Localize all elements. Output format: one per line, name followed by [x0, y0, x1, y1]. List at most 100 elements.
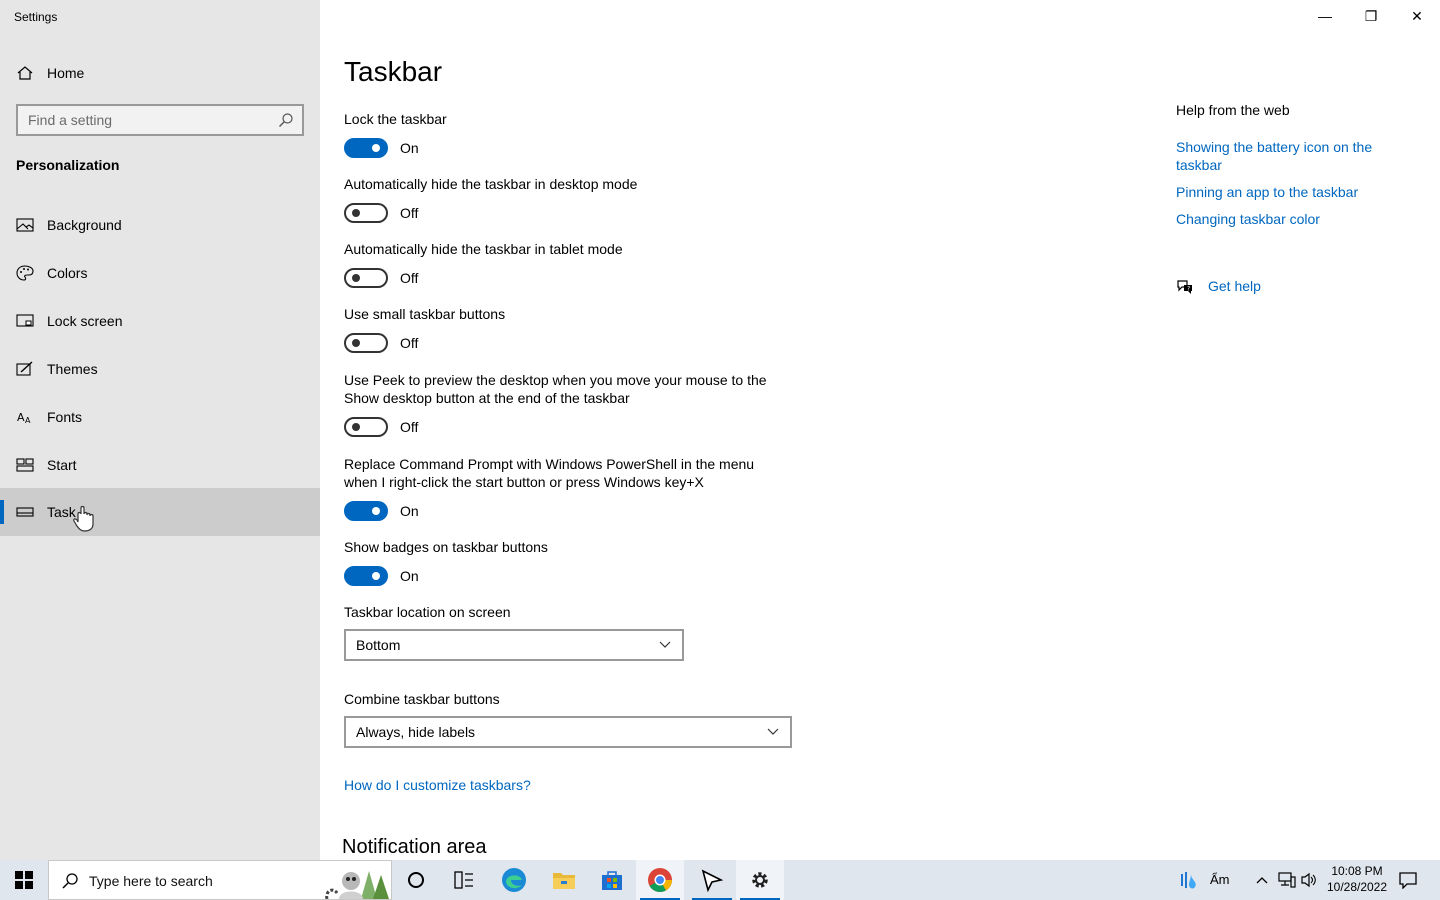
- restore-button[interactable]: ❐: [1348, 0, 1394, 32]
- app-title: Settings: [14, 10, 58, 24]
- sidebar-item-start[interactable]: Start: [0, 441, 320, 489]
- sidebar-item-taskbar[interactable]: Task: [0, 488, 320, 536]
- badges-toggle[interactable]: [344, 566, 388, 586]
- toggle-knob: [352, 274, 360, 282]
- help-link-pinning-app[interactable]: Pinning an app to the taskbar: [1176, 183, 1396, 201]
- themes-icon: [16, 361, 33, 376]
- hand-cursor-icon: [73, 505, 94, 532]
- get-help-link[interactable]: Get help: [1208, 278, 1261, 294]
- volume-icon[interactable]: [1300, 872, 1318, 888]
- close-icon: ✕: [1411, 7, 1423, 24]
- microsoft-store-icon: [602, 871, 622, 890]
- sidebar-item-label: Start: [47, 457, 77, 473]
- page-title: Taskbar: [344, 56, 443, 87]
- get-help-icon[interactable]: ?: [1176, 278, 1194, 296]
- clock-time: 10:08 PM: [1331, 864, 1383, 878]
- sidebar-item-background[interactable]: Background: [0, 201, 320, 249]
- chevron-down-icon: [767, 728, 779, 735]
- toggle-state-label: Off: [400, 270, 419, 286]
- customize-taskbars-link[interactable]: How do I customize taskbars?: [344, 777, 531, 793]
- settings-taskbar-button[interactable]: [736, 860, 784, 900]
- setting-label-peek: Use Peek to preview the desktop when you…: [344, 372, 767, 406]
- toggle-state-label: Off: [400, 419, 419, 435]
- sidebar-item-themes[interactable]: Themes: [0, 345, 320, 393]
- start-icon: [16, 458, 34, 472]
- taskbar-icon: [16, 507, 34, 517]
- autohide-tablet-toggle[interactable]: [344, 268, 388, 288]
- cortana-circle-icon: [408, 872, 424, 888]
- weather-icon[interactable]: [1178, 870, 1200, 890]
- toggle-state-label: On: [400, 503, 419, 519]
- fonts-icon: AA: [17, 411, 31, 425]
- home-nav-item[interactable]: Home: [0, 56, 320, 90]
- sidebar-item-lock-screen[interactable]: Lock screen: [0, 297, 320, 345]
- chevron-down-icon: [659, 641, 671, 648]
- taskbar-location-dropdown[interactable]: Bottom: [344, 629, 684, 661]
- sidebar-item-label: Lock screen: [47, 313, 123, 329]
- toggle-state-label: On: [400, 568, 419, 584]
- search-icon[interactable]: [278, 112, 294, 128]
- help-link-battery-icon[interactable]: Showing the battery icon on the taskbar: [1176, 138, 1396, 174]
- home-label: Home: [47, 65, 85, 81]
- dropdown-value: Always, hide labels: [356, 724, 476, 740]
- svg-text:A: A: [17, 411, 25, 424]
- notification-area-heading: Notification area: [342, 836, 487, 858]
- toggle-state-label: On: [400, 140, 419, 156]
- toggle-knob: [352, 339, 360, 347]
- file-explorer-taskbar-button[interactable]: [540, 860, 588, 900]
- edge-icon: [502, 868, 526, 892]
- gear-icon: [752, 872, 768, 888]
- lock-taskbar-toggle[interactable]: [344, 138, 388, 158]
- folder-icon: [553, 873, 575, 889]
- task-view-button[interactable]: [440, 860, 488, 900]
- network-icon[interactable]: [1278, 872, 1296, 888]
- clock-date: 10/28/2022: [1326, 880, 1388, 894]
- toggle-state-label: Off: [400, 205, 419, 221]
- combine-label: Combine taskbar buttons: [344, 691, 500, 707]
- sidebar-item-label: Fonts: [47, 409, 83, 425]
- restore-icon: ❐: [1364, 7, 1378, 24]
- find-setting-search[interactable]: [16, 104, 304, 136]
- weather-text[interactable]: Ẩm: [1210, 872, 1230, 887]
- setting-label-badges: Show badges on taskbar buttons: [344, 539, 548, 555]
- search-input[interactable]: [18, 106, 258, 134]
- close-button[interactable]: ✕: [1394, 0, 1440, 32]
- help-link-taskbar-color[interactable]: Changing taskbar color: [1176, 210, 1396, 228]
- windows-taskbar: Type here to search Ẩm 10:08 PM 10/28/20…: [0, 860, 1440, 900]
- svg-text:A: A: [25, 416, 31, 425]
- chrome-icon: [648, 868, 672, 893]
- toggle-knob: [352, 423, 360, 431]
- sidebar-item-colors[interactable]: Colors: [0, 249, 320, 297]
- active-indicator: [0, 500, 4, 524]
- peek-toggle[interactable]: [344, 417, 388, 437]
- arrow-cursor-app-icon: [701, 869, 724, 892]
- pointer-app-taskbar-button[interactable]: [688, 860, 736, 900]
- minimize-button[interactable]: —: [1302, 0, 1348, 32]
- windows-logo-icon: [15, 871, 33, 889]
- edge-taskbar-button[interactable]: [490, 860, 538, 900]
- small-buttons-toggle[interactable]: [344, 333, 388, 353]
- notification-center-icon[interactable]: [1398, 871, 1418, 889]
- dropdown-value: Bottom: [356, 637, 401, 653]
- setting-label-powershell: Replace Command Prompt with Windows Powe…: [344, 456, 755, 490]
- autohide-desktop-toggle[interactable]: [344, 203, 388, 223]
- toggle-knob: [372, 144, 380, 152]
- setting-label-small-buttons: Use small taskbar buttons: [344, 306, 506, 322]
- combine-buttons-dropdown[interactable]: Always, hide labels: [344, 716, 792, 748]
- sidebar-item-label: Colors: [47, 265, 88, 281]
- sidebar-item-fonts[interactable]: AA Fonts: [0, 393, 320, 441]
- main-content: Taskbar Lock the taskbar On Automaticall…: [320, 0, 1440, 860]
- taskbar-search-box[interactable]: Type here to search: [48, 860, 392, 900]
- chevron-up-icon[interactable]: [1255, 874, 1269, 886]
- start-button[interactable]: [0, 860, 48, 900]
- clock[interactable]: 10:08 PM 10/28/2022: [1322, 863, 1392, 897]
- powershell-toggle[interactable]: [344, 501, 388, 521]
- sidebar-item-label: Themes: [47, 361, 98, 377]
- cortana-button[interactable]: [392, 860, 440, 900]
- store-taskbar-button[interactable]: [588, 860, 636, 900]
- toggle-knob: [372, 572, 380, 580]
- help-title: Help from the web: [1176, 102, 1290, 118]
- setting-label-autohide-desktop: Automatically hide the taskbar in deskto…: [344, 176, 638, 192]
- setting-label-autohide-tablet: Automatically hide the taskbar in tablet…: [344, 241, 623, 257]
- chrome-taskbar-button[interactable]: [636, 860, 684, 900]
